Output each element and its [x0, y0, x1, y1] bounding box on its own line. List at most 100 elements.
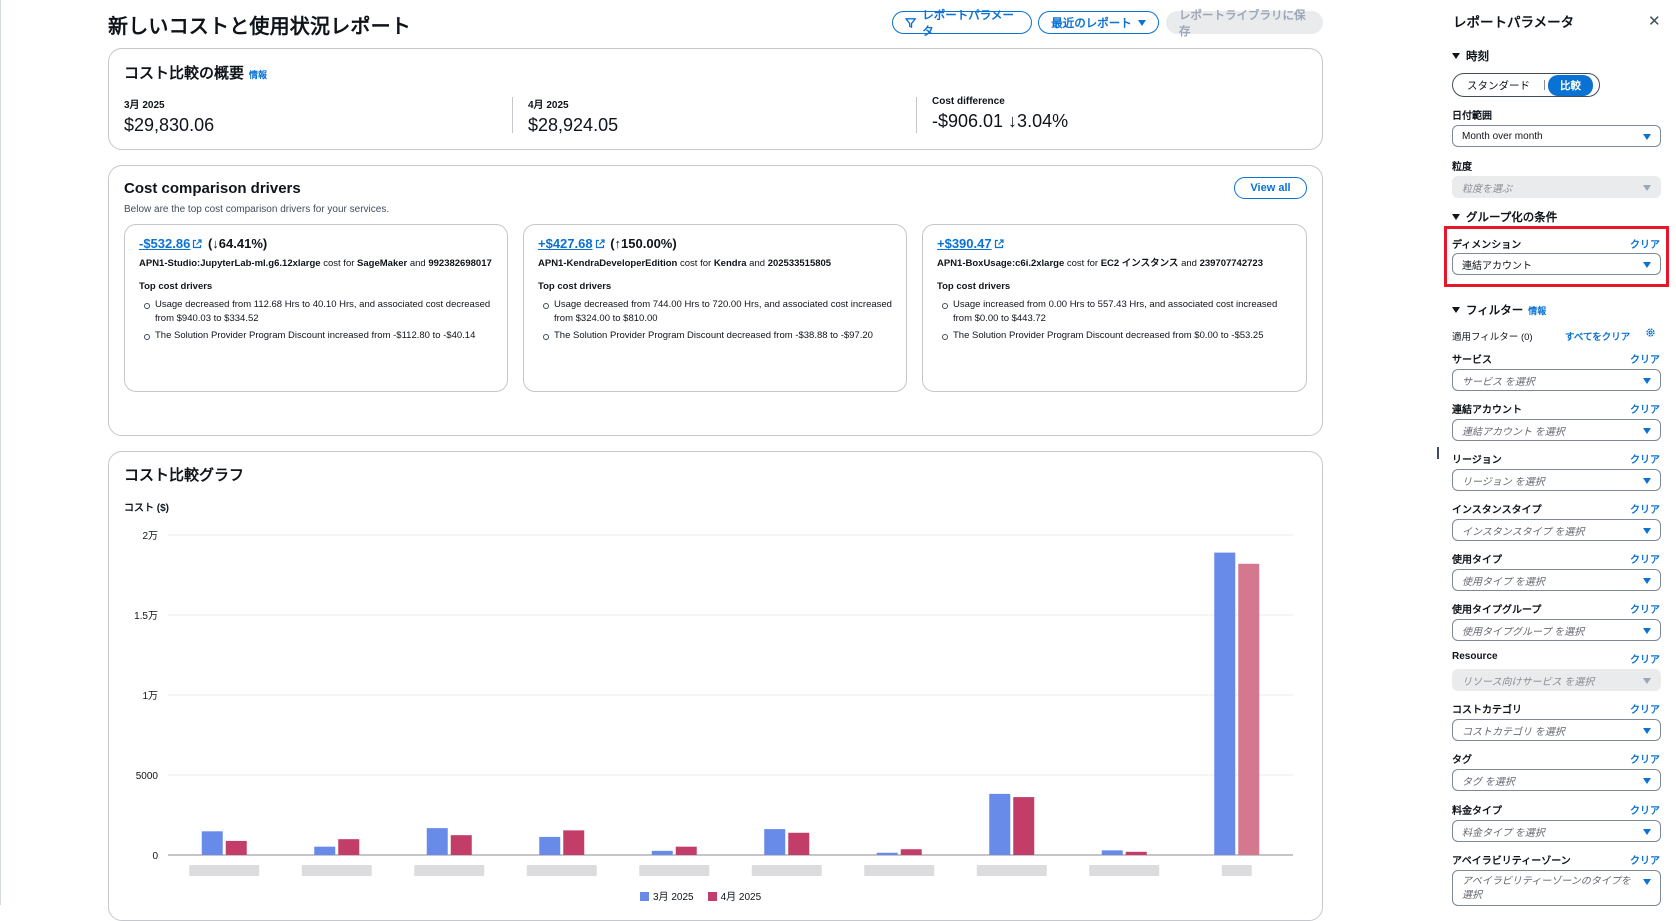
bar-april[interactable] [450, 835, 472, 855]
report-parameters-label: レポートパラメータ [922, 9, 1014, 38]
driver-description: APN1-Studio:JupyterLab-ml.g6.12xlarge co… [139, 258, 492, 269]
filter-clear-link[interactable]: クリア [1630, 551, 1660, 566]
x-tick-label-redacted [976, 865, 1047, 876]
filter-clear-link[interactable]: クリア [1630, 501, 1660, 516]
y-tick-label: 2万 [142, 531, 158, 542]
driver-amount-link[interactable]: +$427.68 [538, 236, 593, 251]
granularity-select[interactable]: 粒度を選ぶ [1452, 176, 1661, 198]
driver-amount-link[interactable]: -$532.86 [139, 236, 190, 251]
bar-april[interactable] [1238, 563, 1260, 855]
close-icon[interactable]: ✕ [1648, 12, 1661, 30]
chevron-down-icon [1643, 185, 1651, 191]
filter-clear-link[interactable]: クリア [1630, 802, 1660, 817]
dimension-select[interactable]: 連結アカウント [1452, 253, 1661, 275]
filter-section-toggle[interactable]: フィルター 情報 [1452, 302, 1546, 318]
driver-bullets: Usage increased from 0.00 Hrs to 557.43 … [937, 298, 1292, 343]
triangle-down-icon [1452, 307, 1460, 313]
bar-march[interactable] [1101, 850, 1123, 855]
top-cost-drivers-label: Top cost drivers [937, 281, 1011, 292]
x-tick-label-redacted [301, 865, 372, 876]
filter-clear-link[interactable]: クリア [1630, 852, 1660, 867]
bar-april[interactable] [338, 839, 360, 855]
filter-select[interactable]: 使用タイプグループ を選択 [1452, 619, 1661, 641]
filter-clear-link[interactable]: クリア [1630, 601, 1660, 616]
x-tick-label-redacted [864, 865, 935, 876]
bar-march[interactable] [651, 850, 673, 855]
filter-select[interactable]: コストカテゴリ を選択 [1452, 719, 1661, 741]
filter-select[interactable]: 料金タイプ を選択 [1452, 820, 1661, 842]
filter-select[interactable]: アベイラビリティーゾーンのタイプを選択 [1452, 870, 1661, 906]
filter-label: タグ [1452, 755, 1472, 766]
dimension-clear-link[interactable]: クリア [1630, 236, 1660, 251]
filter-clear-link[interactable]: クリア [1630, 651, 1660, 666]
date-range-value: Month over month [1462, 130, 1543, 142]
filter-info-link[interactable]: 情報 [1528, 306, 1546, 316]
metric-value: $28,924.05 [528, 115, 619, 135]
top-cost-drivers-label: Top cost drivers [538, 281, 612, 292]
gear-icon[interactable] [1645, 327, 1656, 338]
list-item: The Solution Provider Program Discount d… [942, 329, 1292, 343]
filter-clear-link[interactable]: クリア [1630, 401, 1660, 416]
bar-march[interactable] [314, 846, 336, 855]
segment-compare[interactable]: 比較 [1548, 74, 1593, 96]
time-section-toggle[interactable]: 時刻 [1452, 48, 1489, 64]
legend-label: 4月 2025 [720, 892, 762, 903]
panel-resize-handle[interactable] [1437, 447, 1439, 459]
bar-april[interactable] [225, 840, 247, 855]
view-all-button[interactable]: View all [1234, 177, 1307, 199]
save-to-library-button[interactable]: レポートライブラリに保存 [1166, 10, 1323, 38]
report-parameters-button[interactable]: レポートパラメータ [892, 10, 1032, 38]
filter-select[interactable]: リージョン を選択 [1452, 469, 1661, 491]
filter-placeholder: タグ を選択 [1462, 776, 1515, 788]
bar-april[interactable] [900, 849, 922, 855]
driver-description: APN1-BoxUsage:c6i.2xlarge cost for EC2 イ… [937, 258, 1263, 269]
filter-clear-link[interactable]: クリア [1630, 451, 1660, 466]
bar-march[interactable] [426, 828, 448, 855]
segment-standard[interactable]: スタンダード [1453, 78, 1544, 93]
bar-march[interactable] [1214, 552, 1236, 855]
chevron-down-icon [1643, 578, 1651, 584]
bar-march[interactable] [876, 852, 898, 855]
external-link-icon[interactable] [994, 239, 1004, 249]
dimension-value: 連結アカウント [1462, 260, 1532, 272]
filter-clear-link[interactable]: クリア [1630, 351, 1660, 366]
filter-select[interactable]: サービス を選択 [1452, 369, 1661, 391]
filter-label: 使用タイプグループ [1452, 605, 1542, 616]
bar-april[interactable] [788, 832, 810, 855]
bar-april[interactable] [563, 830, 585, 855]
external-link-icon[interactable] [192, 239, 202, 249]
driver-percent: (↓64.41%) [207, 236, 268, 251]
date-range-select[interactable]: Month over month [1452, 125, 1661, 147]
group-by-section-toggle[interactable]: グループ化の条件 [1452, 209, 1557, 225]
metric-april: 4月 2025 $28,924.05 [528, 96, 618, 136]
bar-april[interactable] [1013, 797, 1035, 855]
filter-clear-link[interactable]: クリア [1630, 751, 1660, 766]
driver-description: APN1-KendraDeveloperEdition cost for Ken… [538, 258, 832, 269]
drivers-subtitle: Below are the top cost comparison driver… [124, 204, 390, 215]
filter-clear-link[interactable]: クリア [1630, 701, 1660, 716]
chart-title: コスト比較グラフ [124, 467, 245, 484]
chevron-down-icon [1643, 528, 1651, 534]
legend-swatch [640, 892, 649, 901]
chevron-down-icon [1643, 829, 1651, 835]
filter-select[interactable]: リソース向けサービス を選択 [1452, 669, 1661, 691]
bar-march[interactable] [764, 829, 786, 855]
recent-reports-button[interactable]: 最近のレポート [1038, 11, 1159, 34]
time-mode-segmented-control: スタンダード 比較 [1452, 73, 1600, 97]
filter-select[interactable]: 使用タイプ を選択 [1452, 569, 1661, 591]
bar-march[interactable] [989, 793, 1011, 855]
legend-item-march[interactable]: 3月 2025 [640, 888, 694, 903]
bar-march[interactable] [201, 831, 223, 855]
legend-item-april[interactable]: 4月 2025 [707, 888, 762, 903]
bar-april[interactable] [675, 846, 697, 855]
external-link-icon[interactable] [595, 239, 605, 249]
bar-april[interactable] [1125, 851, 1147, 855]
filter-select[interactable]: インスタンスタイプ を選択 [1452, 519, 1661, 541]
filter-select[interactable]: タグ を選択 [1452, 769, 1661, 791]
filter-select[interactable]: 連結アカウント を選択 [1452, 419, 1661, 441]
clear-all-link[interactable]: すべてをクリア [1565, 329, 1630, 343]
driver-amount-link[interactable]: +$390.47 [937, 236, 992, 251]
overview-info-link[interactable]: 情報 [249, 70, 267, 80]
chevron-down-icon [1643, 678, 1651, 684]
bar-march[interactable] [539, 836, 561, 855]
